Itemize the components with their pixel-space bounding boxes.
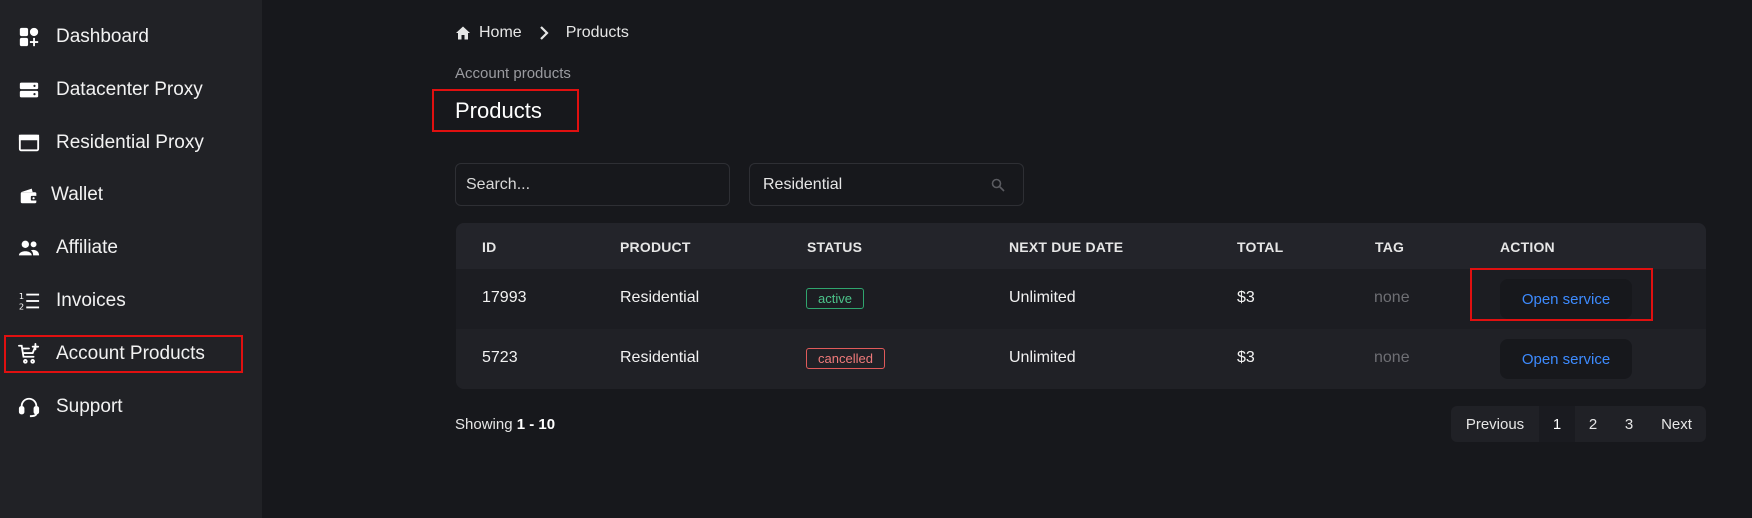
- users-icon: [17, 236, 41, 260]
- status-badge: cancelled: [806, 348, 885, 369]
- sidebar-item-label: Residential Proxy: [56, 132, 204, 153]
- svg-text:2: 2: [19, 301, 24, 311]
- wallet-icon: [17, 183, 41, 207]
- cell-product: Residential: [620, 349, 700, 366]
- chevron-right-icon: [536, 25, 552, 41]
- cell-total: $3: [1237, 349, 1255, 366]
- cart-add-icon: [17, 342, 41, 366]
- open-service-button[interactable]: Open service: [1500, 339, 1632, 379]
- pagination-page-2[interactable]: 2: [1575, 406, 1611, 442]
- products-table: ID PRODUCT STATUS NEXT DUE DATE TOTAL TA…: [456, 223, 1706, 389]
- product-type-filter[interactable]: Residential: [749, 163, 1024, 206]
- cell-id: 5723: [482, 349, 518, 366]
- svg-text:1: 1: [19, 291, 24, 301]
- sidebar-item-label: Datacenter Proxy: [56, 79, 203, 100]
- cell-next-due-date: Unlimited: [1009, 289, 1076, 306]
- breadcrumb-home[interactable]: Home: [479, 24, 522, 42]
- sidebar-item-label: Invoices: [56, 290, 126, 311]
- sidebar-item-residential-proxy[interactable]: Residential Proxy: [4, 124, 243, 162]
- sidebar-item-datacenter-proxy[interactable]: Datacenter Proxy: [4, 71, 243, 109]
- cell-total: $3: [1237, 289, 1255, 306]
- table-row: 5723 Residential cancelled Unlimited $3 …: [456, 329, 1706, 389]
- column-header-product: PRODUCT: [620, 239, 691, 255]
- open-service-button[interactable]: Open service: [1500, 279, 1632, 319]
- status-badge: active: [806, 288, 864, 309]
- column-header-status: STATUS: [807, 239, 863, 255]
- page-subtitle: Account products: [455, 65, 571, 82]
- sidebar-item-label: Account Products: [56, 343, 205, 364]
- showing-label: Showing: [455, 416, 513, 433]
- sidebar-item-dashboard[interactable]: Dashboard: [4, 18, 243, 56]
- sidebar-item-account-products[interactable]: Account Products: [4, 335, 243, 373]
- cell-id: 17993: [482, 289, 527, 306]
- cell-tag: none: [1374, 349, 1410, 366]
- sidebar-item-wallet[interactable]: Wallet: [4, 176, 243, 214]
- sidebar-item-label: Dashboard: [56, 26, 149, 47]
- home-icon: [455, 25, 471, 41]
- search-input[interactable]: [455, 163, 730, 206]
- breadcrumb: Home Products: [455, 22, 629, 44]
- breadcrumb-current: Products: [565, 24, 629, 41]
- cell-product: Residential: [620, 289, 700, 306]
- pagination-page-3[interactable]: 3: [1611, 406, 1647, 442]
- cell-tag: none: [1374, 289, 1410, 306]
- pagination-next[interactable]: Next: [1647, 406, 1706, 442]
- column-header-tag: TAG: [1375, 239, 1405, 255]
- numbered-list-icon: 12: [17, 289, 41, 313]
- sidebar-item-affiliate[interactable]: Affiliate: [4, 229, 243, 267]
- sidebar-item-label: Support: [56, 396, 123, 417]
- sidebar-item-label: Affiliate: [56, 237, 118, 258]
- column-header-id: ID: [482, 239, 497, 255]
- table-header: ID PRODUCT STATUS NEXT DUE DATE TOTAL TA…: [456, 223, 1706, 269]
- page-title: Products: [455, 98, 542, 123]
- product-type-value: Residential: [763, 175, 843, 193]
- showing-count: Showing 1 - 10: [455, 416, 555, 433]
- search-icon[interactable]: [991, 178, 1005, 192]
- table-row: 17993 Residential active Unlimited $3 no…: [456, 269, 1706, 329]
- cell-next-due-date: Unlimited: [1009, 349, 1076, 366]
- sidebar: Dashboard Datacenter Proxy Residential P…: [0, 0, 262, 518]
- headset-icon: [17, 395, 41, 419]
- sidebar-item-label: Wallet: [51, 184, 104, 205]
- sidebar-item-invoices[interactable]: 12 Invoices: [4, 282, 243, 320]
- pagination-previous[interactable]: Previous: [1451, 406, 1539, 442]
- column-header-next-due-date: NEXT DUE DATE: [1009, 239, 1124, 255]
- showing-range: 1 - 10: [516, 416, 556, 433]
- pagination-page-1[interactable]: 1: [1539, 406, 1575, 442]
- sidebar-item-support[interactable]: Support: [4, 388, 243, 426]
- browser-window-icon: [17, 131, 41, 155]
- server-icon: [17, 78, 41, 102]
- column-header-action: ACTION: [1500, 239, 1555, 255]
- column-header-total: TOTAL: [1237, 239, 1284, 255]
- pagination: Previous 1 2 3 Next: [1451, 406, 1706, 442]
- dashboard-icon: [17, 25, 41, 49]
